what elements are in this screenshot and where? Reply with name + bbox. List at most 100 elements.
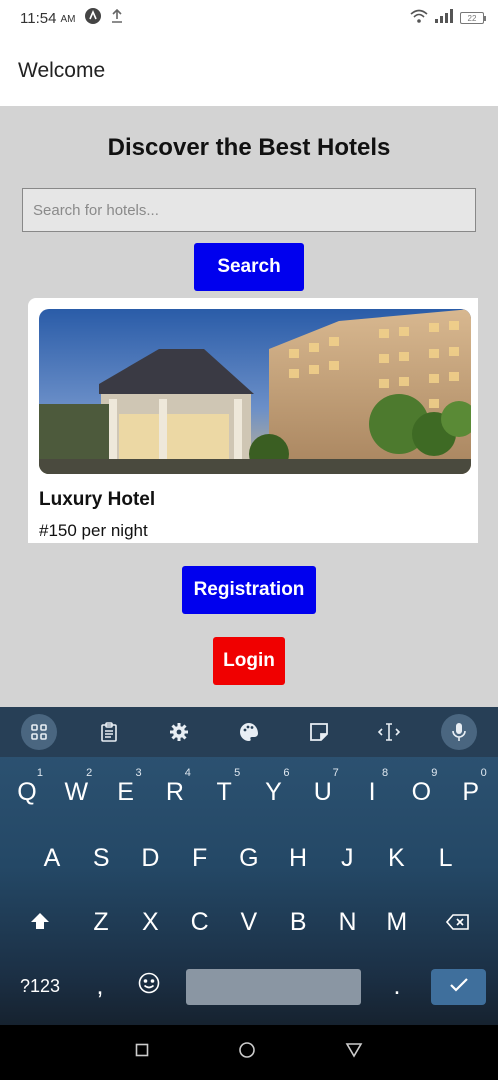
key-y[interactable]: Y6 xyxy=(252,765,296,819)
key-label: R xyxy=(165,777,184,806)
key-c[interactable]: C xyxy=(178,895,222,949)
key-number-hint: 4 xyxy=(184,767,191,779)
key-o[interactable]: O9 xyxy=(399,765,443,819)
key-a[interactable]: A xyxy=(30,831,74,885)
key-label: A xyxy=(43,843,61,872)
hotel-price: #150 per night xyxy=(39,521,148,540)
upload-icon xyxy=(111,8,123,28)
checkmark-icon xyxy=(449,977,469,998)
key-label: X xyxy=(141,907,159,936)
key-v[interactable]: V xyxy=(227,895,271,949)
system-nav-bar xyxy=(0,1025,498,1080)
status-bar: 11:54 AM 22 xyxy=(0,0,498,36)
key-label: W xyxy=(64,777,89,806)
app-header: Welcome xyxy=(0,36,498,106)
microphone-icon[interactable] xyxy=(441,714,477,750)
sticker-icon[interactable] xyxy=(301,714,337,750)
key-number-hint: 9 xyxy=(431,767,438,779)
key-label: O xyxy=(411,777,432,806)
key-number-hint: 7 xyxy=(332,767,339,779)
key-label: T xyxy=(216,777,232,806)
key-f[interactable]: F xyxy=(178,831,222,885)
signal-icon xyxy=(434,8,454,28)
key-z[interactable]: Z xyxy=(79,895,123,949)
theme-palette-icon[interactable] xyxy=(231,714,267,750)
key-d[interactable]: D xyxy=(128,831,172,885)
key-p[interactable]: P0 xyxy=(449,765,493,819)
shift-arrow-icon xyxy=(30,908,50,937)
key-i[interactable]: I8 xyxy=(350,765,394,819)
period-key[interactable]: . xyxy=(375,959,419,1013)
key-x[interactable]: X xyxy=(128,895,172,949)
key-label: Z xyxy=(93,907,109,936)
key-m[interactable]: M xyxy=(375,895,419,949)
key-s[interactable]: S xyxy=(79,831,123,885)
battery-level: 22 xyxy=(467,13,477,23)
key-label: J xyxy=(340,843,354,872)
settings-gear-icon[interactable] xyxy=(161,714,197,750)
key-h[interactable]: H xyxy=(276,831,320,885)
on-screen-keyboard: Q1W2E3R4T5Y6U7I8O9P0ASDFGHJKLZXCVBNM ?12… xyxy=(0,707,498,1025)
shift-key[interactable] xyxy=(18,895,62,949)
back-icon[interactable] xyxy=(345,1042,363,1063)
key-label: H xyxy=(288,843,308,872)
hotel-card[interactable]: Luxury Hotel #150 per night xyxy=(28,298,478,543)
key-label: S xyxy=(92,843,110,872)
backspace-key[interactable] xyxy=(436,895,480,949)
key-label: Y xyxy=(265,777,282,806)
header-title: Welcome xyxy=(18,59,106,82)
login-button[interactable]: Login xyxy=(213,637,285,685)
battery-icon: 22 xyxy=(460,12,486,24)
clipboard-icon[interactable] xyxy=(91,714,127,750)
key-label: F xyxy=(191,843,208,872)
symbols-key[interactable]: ?123 xyxy=(12,959,68,1013)
status-time: 11:54 xyxy=(20,9,57,27)
key-label: B xyxy=(289,907,307,936)
keyboard-toolbar xyxy=(0,707,498,757)
key-n[interactable]: N xyxy=(326,895,370,949)
space-bar[interactable] xyxy=(186,969,361,1005)
key-w[interactable]: W2 xyxy=(54,765,98,819)
home-icon[interactable] xyxy=(238,1041,256,1064)
key-e[interactable]: E3 xyxy=(104,765,148,819)
key-label: N xyxy=(338,907,357,936)
hotel-image xyxy=(39,309,471,474)
page-title: Discover the Best Hotels xyxy=(107,134,391,161)
app-notification-icon xyxy=(85,7,102,29)
key-label: P xyxy=(462,777,480,806)
recent-apps-icon[interactable] xyxy=(135,1043,149,1062)
key-u[interactable]: U7 xyxy=(301,765,345,819)
key-number-hint: 1 xyxy=(36,767,43,779)
key-r[interactable]: R4 xyxy=(153,765,197,819)
key-number-hint: 3 xyxy=(135,767,142,779)
cursor-control-icon[interactable] xyxy=(371,714,407,750)
key-label: M xyxy=(386,907,408,936)
search-input[interactable] xyxy=(22,188,476,232)
wifi-icon xyxy=(410,9,428,28)
backspace-icon xyxy=(445,908,470,937)
key-label: Q xyxy=(17,777,37,806)
emoji-smiley-icon xyxy=(138,972,160,1001)
key-k[interactable]: K xyxy=(374,831,418,885)
key-label: L xyxy=(438,843,453,872)
emoji-key[interactable] xyxy=(127,959,171,1013)
key-t[interactable]: T5 xyxy=(202,765,246,819)
key-label: D xyxy=(141,843,160,872)
enter-key[interactable] xyxy=(431,969,486,1005)
search-button[interactable]: Search xyxy=(194,243,304,291)
key-l[interactable]: L xyxy=(424,831,468,885)
key-j[interactable]: J xyxy=(325,831,369,885)
key-label: I xyxy=(368,777,376,806)
key-g[interactable]: G xyxy=(227,831,271,885)
key-label: K xyxy=(388,843,405,872)
comma-key[interactable]: , xyxy=(78,959,122,1013)
hotel-name: Luxury Hotel xyxy=(39,489,156,510)
key-label: V xyxy=(240,907,258,936)
key-b[interactable]: B xyxy=(276,895,320,949)
key-label: C xyxy=(190,907,209,936)
key-number-hint: 5 xyxy=(234,767,241,779)
key-q[interactable]: Q1 xyxy=(5,765,49,819)
key-number-hint: 0 xyxy=(480,767,487,779)
registration-button[interactable]: Registration xyxy=(182,566,316,614)
apps-grid-icon[interactable] xyxy=(21,714,57,750)
